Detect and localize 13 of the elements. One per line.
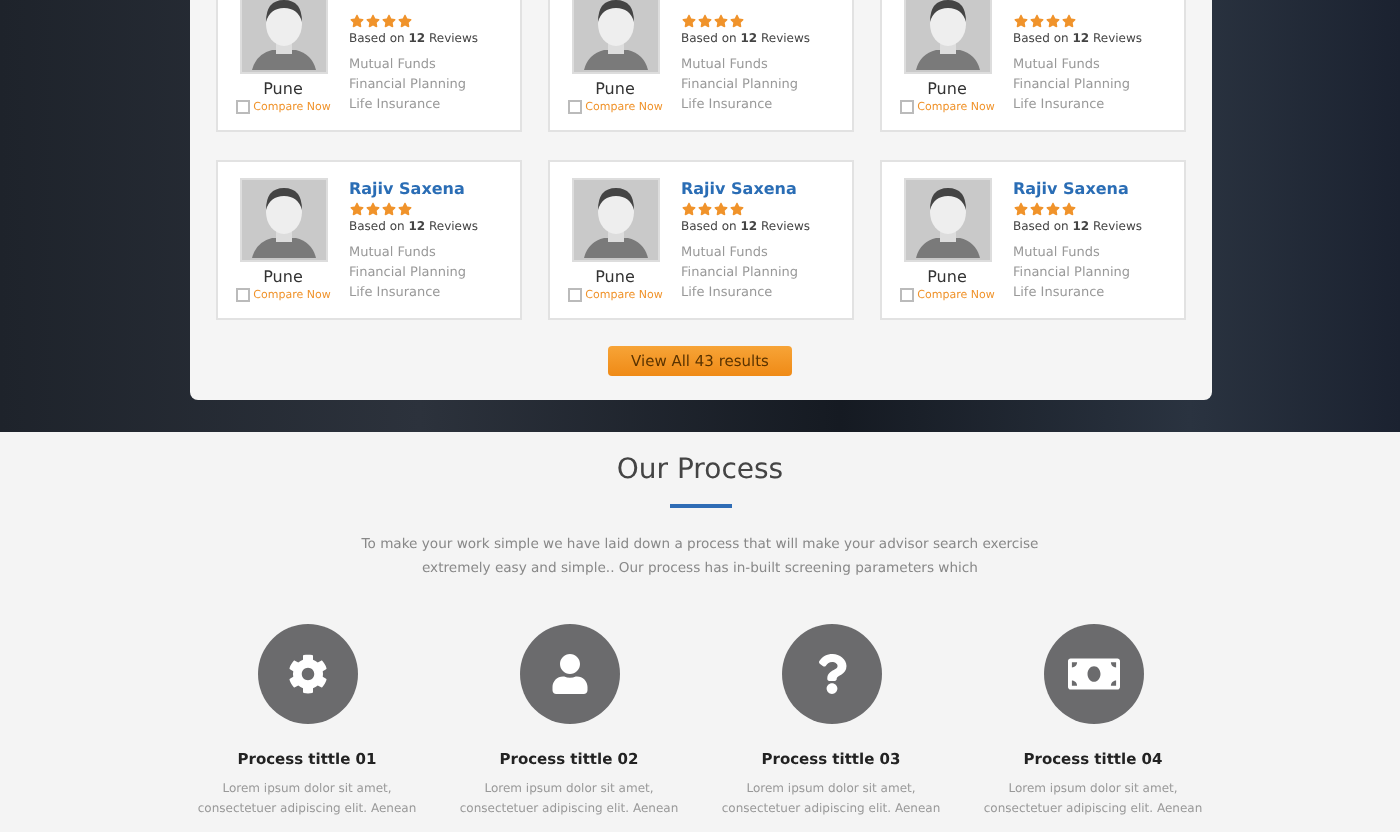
advisor-city: Pune [927,268,967,286]
advisor-city: Pune [263,268,303,286]
section-title: Our Process [616,454,784,486]
advisor-city: Pune [927,80,967,98]
gear-icon [287,654,327,694]
advisor-city: Pune [595,268,635,286]
advisor-city: Pune [595,80,635,98]
advisor-city: Pune [263,80,303,98]
person-icon [549,654,589,694]
advisor-name-link[interactable]: Rajiv Saxena [349,178,479,200]
title-underline [669,504,731,508]
advisor-name-link[interactable]: Rajiv Saxena [681,178,811,200]
advisor-name-link[interactable]: Rajiv Saxena [1013,178,1143,200]
